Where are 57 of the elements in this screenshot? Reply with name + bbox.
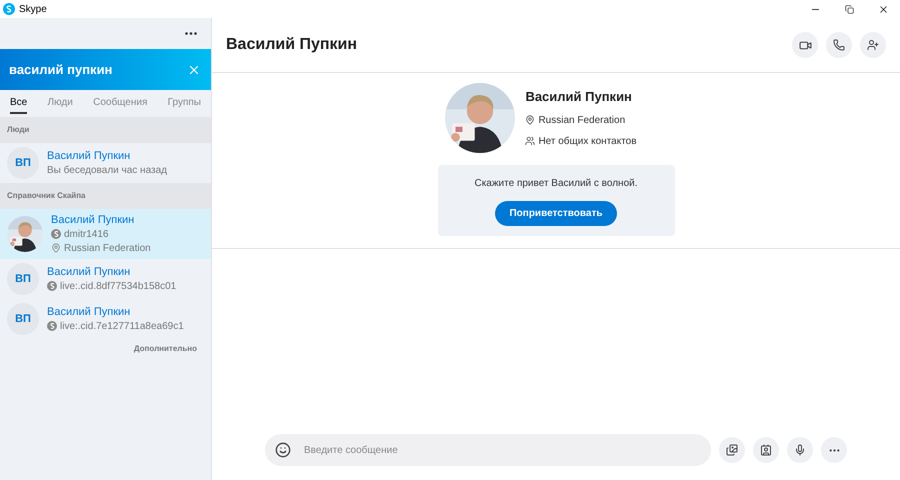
- contact-list-item[interactable]: ВП Василий Пупкин Вы беседовали час назад: [0, 143, 211, 183]
- message-field[interactable]: Введите сообщение: [265, 434, 711, 466]
- location-pin-icon: [51, 243, 61, 253]
- contact-name: Василий Пупкин: [47, 149, 132, 163]
- contact-detail: live:.cid.8df77534b158c01: [60, 280, 176, 294]
- call-button[interactable]: [826, 32, 852, 58]
- message-input[interactable]: Введите сообщение: [304, 442, 701, 458]
- contact-list-item[interactable]: ВП Василий Пупкин live:.cid.7e127711a8ea69c1: [0, 299, 211, 339]
- wave-button[interactable]: Поприветствовать: [495, 200, 616, 226]
- show-more-link[interactable]: Дополнительно: [134, 343, 197, 355]
- avatar-initials: ВП: [7, 263, 39, 295]
- contacts-icon: [525, 136, 536, 146]
- mutual-contacts: Нет общих контактов: [538, 134, 637, 149]
- contact-name: Василий Пупкин: [47, 265, 132, 279]
- more-icon: [185, 32, 197, 35]
- avatar-initials: ВП: [7, 147, 39, 179]
- contact-card-icon: [760, 444, 772, 456]
- contact-detail: Russian Federation: [64, 242, 151, 256]
- contact-card-button[interactable]: [753, 437, 779, 463]
- contact-list-item[interactable]: Василий Пупкин dmitr1416 Russian Federation: [0, 209, 211, 259]
- search-field[interactable]: василий пупкин: [0, 49, 211, 90]
- video-camera-icon: [798, 38, 812, 52]
- profile-name: Василий Пупкин: [525, 88, 633, 106]
- filter-tab[interactable]: Группы: [168, 94, 201, 114]
- close-icon: [878, 4, 888, 14]
- greeting-text: Скажите привет Василий с волной.: [474, 176, 638, 190]
- restore-icon: [844, 4, 854, 14]
- skype-icon: [47, 321, 57, 331]
- microphone-button[interactable]: [787, 437, 813, 463]
- filter-tab[interactable]: Люди: [48, 94, 73, 114]
- add-person-icon: [867, 39, 879, 51]
- skype-icon: [51, 229, 61, 239]
- contact-detail: dmitr1416: [64, 228, 108, 242]
- phone-icon: [833, 39, 845, 51]
- video-call-button[interactable]: [792, 32, 818, 58]
- microphone-icon: [794, 444, 806, 456]
- location-pin-icon: [525, 115, 536, 126]
- search-input[interactable]: василий пупкин: [9, 60, 186, 80]
- contact-list-item[interactable]: ВП Василий Пупкин live:.cid.8df77534b158c01: [0, 259, 211, 299]
- profile-location: Russian Federation: [538, 114, 626, 128]
- window-title: Skype: [19, 2, 47, 16]
- avatar-initials: ВП: [7, 303, 39, 335]
- contact-detail: Вы беседовали час назад: [47, 164, 168, 178]
- emoji-icon[interactable]: [275, 442, 291, 458]
- add-contact-button[interactable]: [860, 32, 886, 58]
- media-button[interactable]: [719, 437, 745, 463]
- contact-name: Василий Пупкин: [47, 305, 132, 319]
- filter-tab[interactable]: Сообщения: [93, 94, 148, 114]
- app-logo-icon: [3, 3, 15, 15]
- contact-detail: live:.cid.7e127711a8ea69c1: [60, 320, 184, 334]
- section-header: Справочник Скайпа: [0, 183, 211, 209]
- skype-icon: [47, 281, 57, 291]
- filter-tab[interactable]: Все: [10, 94, 28, 114]
- conversation-title: Василий Пупкин: [226, 35, 358, 55]
- images-icon: [726, 444, 738, 456]
- section-header: Люди: [0, 117, 211, 143]
- contact-name: Василий Пупкин: [51, 213, 136, 227]
